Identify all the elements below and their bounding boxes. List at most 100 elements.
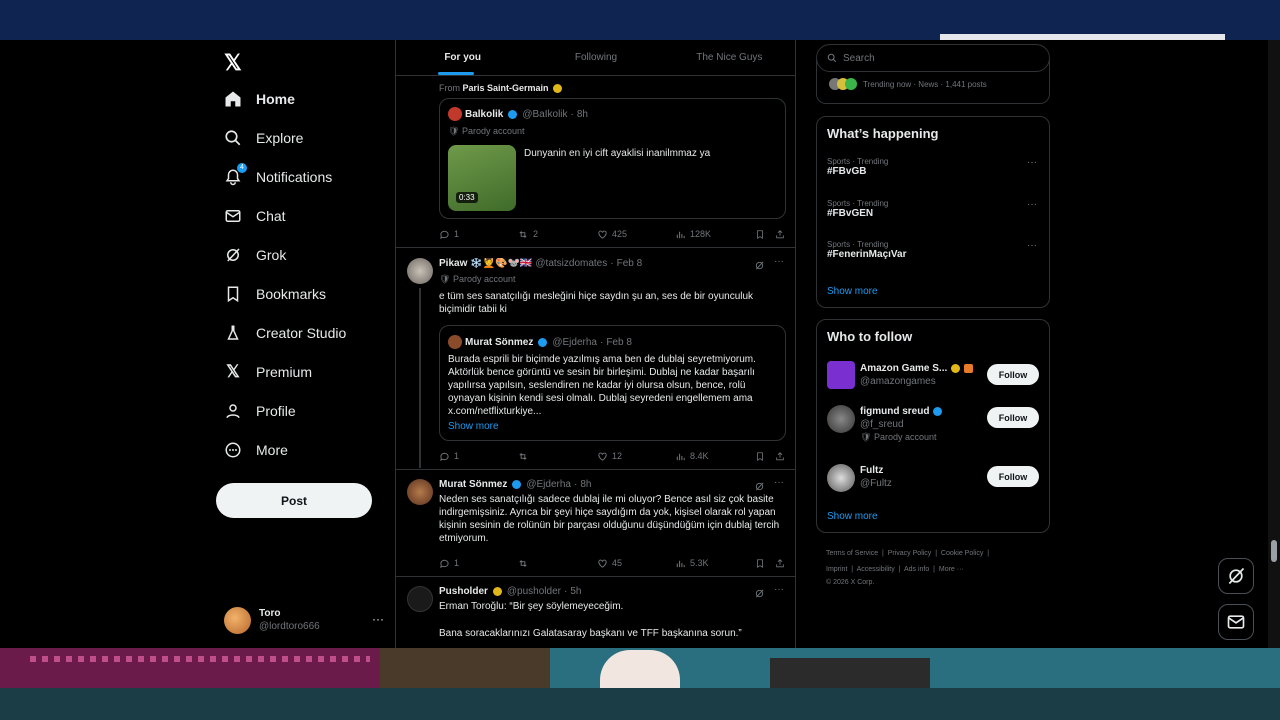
footer-link[interactable]: More ··· (939, 566, 964, 573)
scrollbar[interactable] (1268, 40, 1280, 648)
more-dots-icon[interactable]: ··· (774, 477, 784, 488)
scrollbar-thumb[interactable] (1271, 540, 1277, 562)
nav-notifications[interactable]: 4 Notifications (222, 163, 332, 191)
footer-link[interactable]: Terms of Service (826, 550, 878, 557)
bookmark-button[interactable] (755, 558, 775, 569)
nav-explore[interactable]: Explore (222, 124, 303, 152)
views-button[interactable]: 8.4K (675, 451, 755, 462)
repost-button[interactable] (517, 451, 597, 462)
like-button[interactable]: 425 (597, 229, 675, 240)
timeline-post[interactable]: Pikaw ❄️💆🎨🐭🇬🇧 @tatsizdomates · Feb 8 ···… (396, 248, 795, 470)
x-icon: 𝕏 (226, 362, 240, 381)
gold-verified-icon (553, 84, 563, 94)
share-button[interactable] (775, 451, 785, 462)
grok-fab-button[interactable] (1218, 558, 1254, 594)
tab-the-nice-guys[interactable]: The Nice Guys (663, 40, 795, 75)
mail-icon (1227, 615, 1245, 629)
more-dots-icon[interactable]: ··· (372, 612, 384, 626)
nav-creator-studio[interactable]: Creator Studio (222, 319, 346, 347)
section-title: Who to follow (827, 329, 913, 344)
like-button[interactable]: 12 (597, 451, 675, 462)
views-button[interactable]: 128K (675, 229, 755, 240)
footer-link[interactable]: Privacy Policy (888, 550, 932, 557)
bookmark-button[interactable] (755, 229, 775, 240)
grok-icon[interactable] (754, 258, 765, 276)
trend-item[interactable]: Sports · Trending #FBvGEN (827, 199, 888, 219)
reply-button[interactable]: 1 (439, 229, 517, 240)
footer-link[interactable]: Ads info (904, 566, 929, 573)
reply-button[interactable]: 1 (439, 451, 517, 462)
avatar[interactable] (827, 464, 855, 492)
show-more-link[interactable]: Show more (448, 420, 499, 433)
more-dots-icon[interactable]: ··· (1027, 157, 1037, 168)
author-name[interactable]: Murat Sönmez (439, 479, 507, 490)
quoted-post[interactable]: Balkolik @BaIkolik · 8h 🛡 Parody account… (439, 98, 786, 219)
like-button[interactable]: 45 (597, 558, 675, 569)
quote-author-name[interactable]: Murat Sönmez (465, 337, 533, 348)
author-name[interactable]: Pusholder (439, 586, 488, 597)
post-button[interactable]: Post (216, 483, 372, 518)
search-bar[interactable] (816, 44, 1050, 72)
share-button[interactable] (775, 558, 785, 569)
reply-count: 1 (454, 229, 460, 239)
timeline-post[interactable]: Murat Sönmez @Ejderha · 8h ··· Neden ses… (396, 470, 795, 577)
avatar[interactable] (827, 405, 855, 433)
more-circle-icon (222, 439, 244, 461)
tab-following[interactable]: Following (529, 40, 662, 75)
share-button[interactable] (775, 229, 785, 240)
context-account[interactable]: Paris Saint-Germain (463, 83, 549, 93)
trend-item[interactable]: Sports · Trending #FBvGB (827, 157, 888, 177)
video-thumbnail[interactable]: 0:33 (448, 145, 516, 211)
like-count: 12 (612, 451, 623, 461)
show-more-link[interactable]: Show more (827, 511, 878, 522)
follow-button[interactable]: Follow (987, 407, 1039, 428)
footer-link[interactable]: Accessibility (857, 566, 895, 573)
suggested-user-name[interactable]: figmund sreud (860, 405, 929, 418)
avatar[interactable] (407, 258, 433, 284)
quoted-post[interactable]: Murat Sönmez @Ejderha · Feb 8 Burada esp… (439, 325, 786, 441)
nav-profile[interactable]: Profile (222, 397, 296, 425)
repost-button[interactable] (517, 558, 597, 569)
reply-button[interactable]: 1 (439, 558, 517, 569)
x-logo-icon[interactable]: 𝕏 (224, 50, 242, 76)
avatar[interactable] (827, 361, 855, 389)
search-input[interactable] (843, 52, 1033, 64)
account-switcher[interactable]: Toro @lordtoro666 ··· (224, 602, 384, 638)
more-dots-icon[interactable]: ··· (774, 256, 784, 267)
repost-button[interactable]: 2 (517, 229, 597, 240)
follow-button[interactable]: Follow (987, 466, 1039, 487)
author-name[interactable]: Pikaw ❄️💆🎨🐭🇬🇧 (439, 258, 532, 269)
show-more-link[interactable]: Show more (827, 286, 878, 297)
timeline-post[interactable]: Pusholder @pusholder · 5h ··· Erman Toro… (396, 577, 795, 648)
post-text: Neden ses sanatçılığı sadece dublaj ile … (439, 494, 780, 544)
post-time: Feb 8 (616, 258, 643, 269)
footer-links: Terms of Service | Privacy Policy | Cook… (826, 546, 1050, 588)
verified-icon (512, 480, 522, 489)
follow-button[interactable]: Follow (987, 364, 1039, 385)
views-button[interactable]: 5.3K (675, 558, 755, 569)
more-dots-icon[interactable]: ··· (1027, 240, 1037, 251)
copyright: © 2026 X Corp. (826, 579, 875, 586)
more-dots-icon[interactable]: ··· (1027, 199, 1037, 210)
nav-label: Creator Studio (256, 325, 347, 341)
footer-link[interactable]: Imprint (826, 566, 847, 573)
nav-chat[interactable]: Chat (222, 202, 286, 230)
trend-item[interactable]: Sports · Trending #FenerinMaçıVar (827, 240, 906, 260)
suggested-user-name[interactable]: Fultz (860, 464, 892, 477)
nav-home[interactable]: Home (222, 85, 295, 113)
more-dots-icon[interactable]: ··· (774, 584, 784, 595)
nav-bookmarks[interactable]: Bookmarks (222, 280, 326, 308)
quote-author-name[interactable]: Balkolik (465, 109, 503, 120)
nav-premium[interactable]: 𝕏 Premium (222, 358, 312, 386)
messages-fab-button[interactable] (1218, 604, 1254, 640)
quote-text: Dunyanin en iyi cift ayaklisi inanilmmaz… (524, 148, 711, 159)
view-count: 5.3K (690, 558, 709, 568)
suggested-user-name[interactable]: Amazon Game S... (860, 362, 947, 375)
footer-link[interactable]: Cookie Policy (941, 550, 983, 557)
bookmark-button[interactable] (755, 451, 775, 462)
avatar[interactable] (407, 479, 433, 505)
nav-grok[interactable]: Grok (222, 241, 286, 269)
avatar[interactable] (407, 586, 433, 612)
tab-for-you[interactable]: For you (396, 40, 529, 75)
nav-more[interactable]: More (222, 436, 288, 464)
